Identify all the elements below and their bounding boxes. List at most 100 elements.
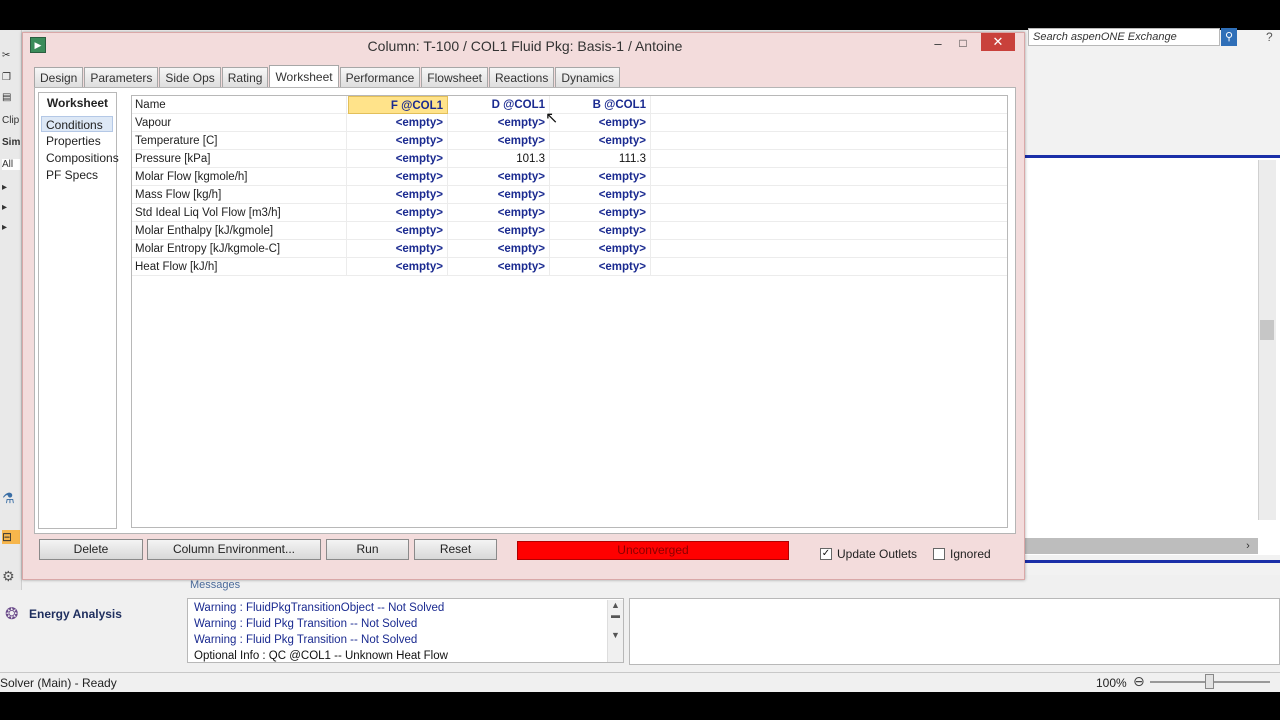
column-header-name: Name (135, 96, 347, 114)
value-cell-bottoms[interactable]: <empty> (550, 204, 651, 222)
zoom-level: 100% (1096, 676, 1127, 690)
search-icon[interactable]: ⚲ (1221, 28, 1237, 46)
table-row: Temperature [C] <empty> <empty> <empty> (132, 132, 1007, 150)
value-cell-feed[interactable]: <empty> (348, 204, 448, 222)
value-cell-feed[interactable]: <empty> (348, 222, 448, 240)
tab-flowsheet[interactable]: Flowsheet (421, 67, 488, 87)
table-row: Mass Flow [kg/h] <empty> <empty> <empty> (132, 186, 1007, 204)
value-cell-feed[interactable]: <empty> (348, 114, 448, 132)
vertical-scrollbar[interactable] (1258, 160, 1276, 520)
value-cell-distillate[interactable]: <empty> (449, 186, 550, 204)
maximize-button[interactable]: □ (953, 36, 973, 50)
pfd-canvas[interactable] (1025, 155, 1280, 555)
row-label: Heat Flow [kJ/h] (135, 258, 347, 276)
pane-divider (1025, 560, 1280, 563)
messages-scrollbar[interactable]: ▲ ▬ ▼ (607, 600, 623, 662)
column-header-bottoms[interactable]: B @COL1 (550, 96, 651, 114)
message-item: Warning : Fluid Pkg Transition -- Not So… (194, 618, 418, 630)
run-button[interactable]: Run (326, 539, 409, 560)
table-row: Pressure [kPa] <empty> 101.3 111.3 (132, 150, 1007, 168)
sidenav-item-conditions[interactable]: Conditions (41, 116, 113, 132)
tab-side-ops[interactable]: Side Ops (159, 67, 221, 87)
flask-icon[interactable]: ⚗ (2, 490, 20, 507)
cut-icon[interactable]: ✂ (2, 50, 20, 61)
value-cell-distillate[interactable]: <empty> (449, 204, 550, 222)
sidenav-item-properties[interactable]: Properties (44, 133, 114, 149)
chevron-right-icon[interactable]: › (1240, 538, 1256, 554)
value-cell-feed[interactable]: <empty> (348, 150, 448, 168)
value-cell-distillate[interactable]: <empty> (449, 240, 550, 258)
value-cell-distillate[interactable]: <empty> (449, 132, 550, 150)
tree-expander-icon[interactable]: ▸ (2, 222, 20, 233)
tab-reactions[interactable]: Reactions (488, 67, 555, 87)
message-detail-pane (629, 598, 1280, 665)
message-item: Optional Info : QC @COL1 -- Unknown Heat… (194, 650, 448, 662)
table-row: Molar Flow [kgmole/h] <empty> <empty> <empt… (132, 168, 1007, 186)
energy-analysis-icon[interactable]: ❂ (5, 604, 25, 624)
value-cell-feed[interactable]: <empty> (348, 168, 448, 186)
value-cell-feed[interactable]: <empty> (348, 132, 448, 150)
value-cell-feed[interactable]: <empty> (348, 258, 448, 276)
minimize-button[interactable]: ‒ (928, 36, 948, 51)
simulation-tab-label[interactable]: Sim (2, 137, 20, 148)
messages-title: Messages (190, 579, 241, 591)
delete-button[interactable]: Delete (39, 539, 143, 560)
zoom-slider-thumb[interactable] (1205, 674, 1214, 689)
dialog-title: Column: T-100 / COL1 Fluid Pkg: Basis-1 … (367, 38, 683, 54)
value-cell-bottoms[interactable]: <empty> (550, 132, 651, 150)
flowsheet-icon[interactable]: ⊟ (2, 530, 20, 544)
value-cell-bottoms[interactable]: <empty> (550, 240, 651, 258)
tools-icon[interactable]: ⚙ (2, 568, 20, 585)
tab-worksheet[interactable]: Worksheet (269, 65, 339, 87)
ignored-label[interactable]: Ignored (950, 547, 991, 561)
copy-icon[interactable]: ❐ (2, 72, 20, 83)
help-icon[interactable]: ? (1266, 30, 1280, 46)
row-label: Std Ideal Liq Vol Flow [m3/h] (135, 204, 347, 222)
tab-performance[interactable]: Performance (339, 67, 421, 87)
dialog-tabs: Design Parameters Side Ops Rating Worksheet P… (34, 65, 621, 87)
value-cell-distillate[interactable]: <empty> (449, 168, 550, 186)
tab-parameters[interactable]: Parameters (84, 67, 159, 87)
all-filter-label[interactable]: All (2, 159, 20, 170)
value-cell-bottoms[interactable]: 111.3 (550, 150, 651, 168)
energy-analysis-label[interactable]: Energy Analysis (29, 607, 122, 621)
zoom-out-icon[interactable]: ⊖ (1133, 673, 1145, 690)
row-label: Vapour (135, 114, 347, 132)
tab-design[interactable]: Design (34, 67, 84, 87)
value-cell-distillate[interactable]: <empty> (449, 258, 550, 276)
search-input[interactable]: Search aspenONE Exchange (1028, 28, 1220, 46)
value-cell-distillate[interactable]: 101.3 (449, 150, 550, 168)
column-environment-button[interactable]: Column Environment... (147, 539, 321, 560)
value-cell-bottoms[interactable]: <empty> (550, 222, 651, 240)
value-cell-bottoms[interactable]: <empty> (550, 114, 651, 132)
value-cell-distillate[interactable]: <empty> (449, 222, 550, 240)
value-cell-bottoms[interactable]: <empty> (550, 186, 651, 204)
value-cell-bottoms[interactable]: <empty> (550, 168, 651, 186)
sidenav-item-compositions[interactable]: Compositions (44, 150, 119, 166)
reset-button[interactable]: Reset (414, 539, 497, 560)
value-cell-distillate[interactable]: <empty> (449, 114, 550, 132)
paste-icon[interactable]: ▤ (2, 92, 20, 103)
sidenav-item-pf-specs[interactable]: PF Specs (44, 167, 114, 183)
solver-status-text: Solver (Main) - Ready (0, 676, 117, 690)
value-cell-feed[interactable]: <empty> (348, 240, 448, 258)
row-label: Molar Flow [kgmole/h] (135, 168, 347, 186)
column-header-feed[interactable]: F @COL1 (348, 96, 448, 114)
update-outlets-label[interactable]: Update Outlets (837, 547, 917, 561)
row-label: Pressure [kPa] (135, 150, 347, 168)
close-button[interactable]: ✕ (981, 33, 1015, 51)
energy-panel (0, 592, 183, 662)
tree-expander-icon[interactable]: ▸ (2, 182, 20, 193)
horizontal-scrollbar[interactable] (1025, 538, 1258, 554)
ignored-checkbox[interactable] (933, 548, 945, 560)
update-outlets-checkbox[interactable]: ✓ (820, 548, 832, 560)
scrollbar-thumb[interactable] (1260, 320, 1274, 340)
convergence-status-bar: Unconverged (517, 541, 789, 560)
value-cell-feed[interactable]: <empty> (348, 186, 448, 204)
tree-expander-icon[interactable]: ▸ (2, 202, 20, 213)
value-cell-bottoms[interactable]: <empty> (550, 258, 651, 276)
column-header-distillate[interactable]: D @COL1 (449, 96, 550, 114)
hysys-app-icon[interactable]: ▶ (30, 37, 46, 53)
tab-dynamics[interactable]: Dynamics (555, 67, 621, 87)
tab-rating[interactable]: Rating (221, 67, 269, 87)
